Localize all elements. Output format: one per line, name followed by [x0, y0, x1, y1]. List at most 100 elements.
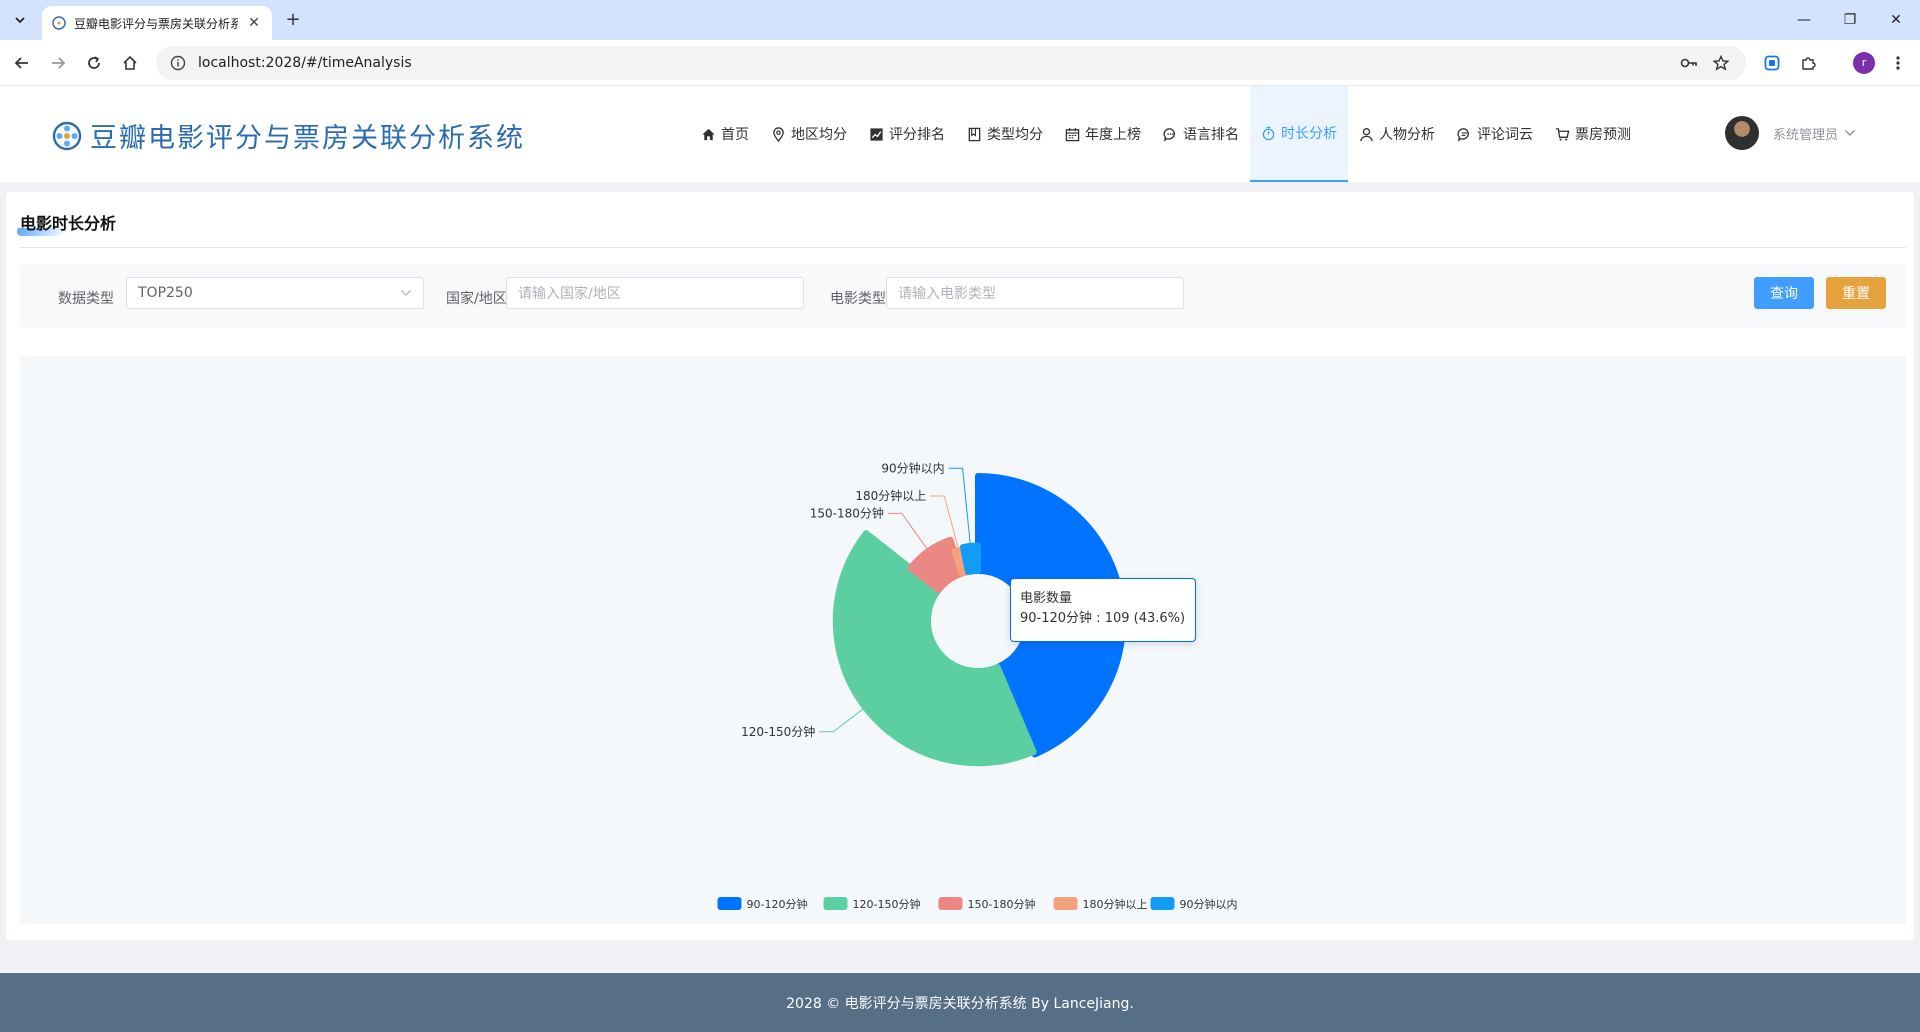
- page-title: 电影时长分析: [20, 214, 117, 233]
- legend-label[interactable]: 90-120分钟: [747, 897, 808, 911]
- tab-title: 豆瓣电影评分与票房关联分析系统: [74, 16, 238, 31]
- user-name: 系统管理员: [1773, 127, 1839, 143]
- nav-item-boxoffice[interactable]: 票房预测: [1544, 86, 1642, 182]
- home-outline-icon: [123, 55, 137, 70]
- comment-icon: [1457, 127, 1469, 142]
- more-vertical-icon[interactable]: [1886, 51, 1910, 75]
- nav-item-region[interactable]: 地区均分: [760, 86, 858, 182]
- close-window-icon[interactable]: ✕: [1884, 8, 1908, 32]
- arrow-left-icon: [14, 57, 28, 69]
- trend-chart-icon: [870, 127, 883, 141]
- slice-label: 180分钟以上: [855, 488, 926, 503]
- chevron-down-icon[interactable]: [1844, 129, 1856, 137]
- tooltip-title: 电影数量: [1020, 591, 1073, 606]
- browser-tab-bar: 豆瓣电影评分与票房关联分析系统 ✕ + — ❐ ✕: [0, 0, 1920, 40]
- footer-text: 2028 © 电影评分与票房关联分析系统 By LanceJiang.: [786, 995, 1134, 1012]
- nav-item-duration[interactable]: 时长分析: [1250, 86, 1348, 182]
- legend-swatch[interactable]: [717, 897, 742, 910]
- nav-item-language[interactable]: 语言排名: [1152, 86, 1250, 182]
- user-menu[interactable]: 系统管理员: [1725, 116, 1856, 150]
- slice-label: 150-180分钟: [810, 505, 884, 520]
- main-nav: 首页 地区均分 评分排名 类型均分 年度上榜 语言排名 时长分析 人物分析 评论…: [690, 86, 1642, 182]
- brand[interactable]: 豆瓣电影评分与票房关联分析系统: [52, 116, 525, 155]
- profile-avatar[interactable]: r: [1853, 52, 1875, 74]
- nav-label: 人物分析: [1379, 127, 1435, 143]
- reset-button[interactable]: 重置: [1826, 277, 1886, 309]
- tab-search-button[interactable]: [8, 8, 32, 32]
- nav-item-wordcloud[interactable]: 评论词云: [1446, 86, 1544, 182]
- chevron-down-icon: [401, 290, 411, 296]
- home-button[interactable]: [118, 51, 142, 75]
- slice-label: 120-150分钟: [741, 724, 815, 739]
- nav-label: 语言排名: [1183, 127, 1239, 143]
- browser-toolbar: localhost:2028/#/timeAnalysis r: [0, 40, 1920, 86]
- nav-item-genre-avg[interactable]: 类型均分: [956, 86, 1054, 182]
- nav-item-rating-rank[interactable]: 评分排名: [858, 86, 956, 182]
- nav-label: 评分排名: [889, 127, 945, 143]
- arrow-right-icon: [52, 57, 66, 69]
- home-icon: [702, 128, 715, 140]
- legend-label[interactable]: 120-150分钟: [853, 897, 921, 911]
- brand-title: 豆瓣电影评分与票房关联分析系统: [90, 123, 525, 154]
- country-input[interactable]: 请输入国家/地区: [506, 277, 804, 309]
- cart-icon: [1555, 127, 1570, 141]
- chevron-down-icon: [15, 17, 25, 24]
- tooltip-text: 90-120分钟 : 109 (43.6%): [1020, 611, 1186, 626]
- legend-label[interactable]: 150-180分钟: [968, 897, 1036, 911]
- main-card: 电影时长分析 数据类型 TOP250 国家/地区 请输入国家/地区 电影类型 请…: [6, 192, 1914, 940]
- legend-swatch[interactable]: [1150, 897, 1175, 910]
- nav-label: 类型均分: [987, 127, 1043, 143]
- address-bar[interactable]: localhost:2028/#/timeAnalysis: [156, 46, 1746, 80]
- forward-button[interactable]: [46, 51, 70, 75]
- browser-tab[interactable]: 豆瓣电影评分与票房关联分析系统 ✕: [42, 6, 272, 40]
- filter-bar: 数据类型 TOP250 国家/地区 请输入国家/地区 电影类型 请输入电影类型 …: [20, 264, 1906, 328]
- info-icon[interactable]: [170, 55, 186, 71]
- query-button[interactable]: 查询: [1754, 277, 1814, 309]
- divider: [20, 247, 1906, 248]
- extension-square-icon[interactable]: [1760, 51, 1784, 75]
- location-icon: [773, 126, 784, 142]
- duration-chart: 120-150分钟 150-180分钟 180分钟以上 90分钟以内 90-120分钟 1…: [20, 356, 1906, 924]
- chart-tooltip: 电影数量 90-120分钟 : 109 (43.6%): [1010, 578, 1196, 642]
- legend-swatch[interactable]: [938, 897, 963, 910]
- avatar[interactable]: [1725, 116, 1759, 150]
- nav-item-yearly[interactable]: 年度上榜: [1054, 86, 1152, 182]
- app-header: 豆瓣电影评分与票房关联分析系统 首页 地区均分 评分排名 类型均分 年度上榜 语…: [0, 86, 1920, 182]
- genre-placeholder: 请输入电影类型: [898, 286, 996, 302]
- rose-donut-chart: 120-150分钟 150-180分钟 180分钟以上 90分钟以内 90-120分钟 1…: [717, 460, 1238, 911]
- reload-icon: [88, 56, 100, 69]
- url-text: localhost:2028/#/timeAnalysis: [198, 55, 412, 71]
- data-type-select[interactable]: TOP250: [126, 277, 424, 309]
- legend-swatch[interactable]: [823, 897, 848, 910]
- user-icon: [1360, 127, 1373, 141]
- data-type-value: TOP250: [138, 285, 193, 301]
- legend-label[interactable]: 90分钟以内: [1180, 897, 1238, 911]
- reload-button[interactable]: [82, 51, 106, 75]
- nav-item-people[interactable]: 人物分析: [1348, 86, 1446, 182]
- bookmark-star-icon[interactable]: [1710, 52, 1732, 74]
- data-type-label: 数据类型: [58, 291, 114, 307]
- nav-label: 票房预测: [1575, 127, 1631, 143]
- password-key-icon[interactable]: [1678, 52, 1700, 74]
- label-line: [819, 704, 869, 733]
- country-label: 国家/地区: [446, 291, 507, 307]
- back-button[interactable]: [10, 51, 34, 75]
- close-icon[interactable]: ✕: [246, 15, 262, 31]
- restore-icon[interactable]: ❐: [1838, 8, 1862, 32]
- legend-label[interactable]: 180分钟以上: [1083, 897, 1148, 911]
- footer: 2028 © 电影评分与票房关联分析系统 By LanceJiang.: [0, 973, 1920, 1032]
- stopwatch-icon: [1262, 126, 1275, 140]
- minimize-icon[interactable]: —: [1792, 8, 1816, 32]
- nav-label: 地区均分: [791, 127, 847, 143]
- genre-label: 电影类型: [830, 291, 886, 307]
- nav-item-home[interactable]: 首页: [690, 86, 760, 182]
- chat-icon: [1163, 127, 1175, 142]
- nav-label: 时长分析: [1281, 126, 1337, 142]
- genre-input[interactable]: 请输入电影类型: [886, 277, 1184, 309]
- nav-label: 首页: [721, 127, 749, 143]
- country-placeholder: 请输入国家/地区: [518, 286, 621, 302]
- label-line: [887, 512, 932, 555]
- extensions-puzzle-icon[interactable]: [1796, 51, 1820, 75]
- legend-swatch[interactable]: [1053, 897, 1078, 910]
- new-tab-button[interactable]: +: [282, 9, 304, 31]
